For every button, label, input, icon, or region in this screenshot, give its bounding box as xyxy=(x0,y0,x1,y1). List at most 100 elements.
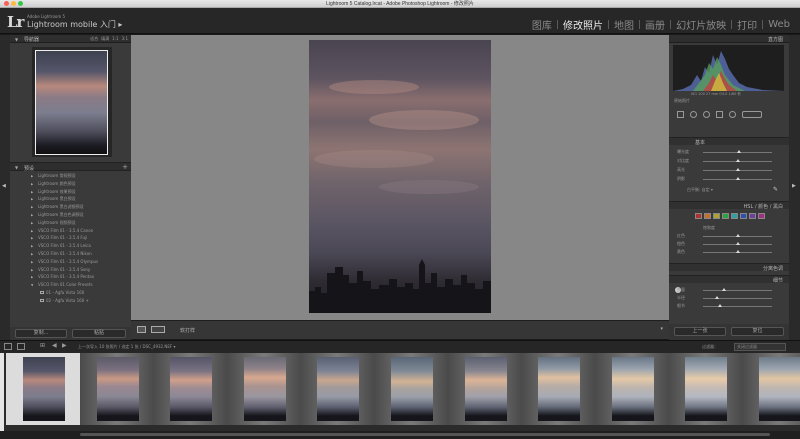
red-eye-tool-icon[interactable] xyxy=(703,110,710,118)
slider-row[interactable]: 黄色 xyxy=(673,249,784,255)
slider-row[interactable]: 高光 xyxy=(673,167,784,173)
main-window-icon[interactable] xyxy=(4,343,12,350)
filmstrip-thumb[interactable] xyxy=(374,353,448,425)
preset-item[interactable]: ▶ Lightroom 黑白预设 xyxy=(10,195,131,203)
magenta-swatch[interactable] xyxy=(758,213,765,219)
preset-item[interactable]: ▶ VSCO Film 01 - 3.5.4 Fuji xyxy=(10,234,131,242)
toolbar-menu-icon[interactable]: ▾ xyxy=(660,326,663,332)
disclosure-triangle-icon[interactable]: ▼ xyxy=(15,37,18,42)
filmstrip-thumb[interactable] xyxy=(300,353,375,425)
preset-item[interactable]: ▶ Lightroom 效果预设 xyxy=(10,188,131,196)
purple-swatch[interactable] xyxy=(749,213,756,219)
module-slideshow[interactable]: 幻灯片放映 xyxy=(672,17,730,32)
filmstrip-scroll-thumb[interactable] xyxy=(80,433,770,436)
slider-knob[interactable] xyxy=(721,288,726,291)
loupe-view[interactable] xyxy=(131,35,669,320)
disclosure-triangle-icon[interactable]: ▶ xyxy=(31,268,33,272)
histogram[interactable] xyxy=(673,45,784,91)
softproof-checkbox[interactable]: 软打样 xyxy=(180,327,195,334)
disclosure-triangle-icon[interactable]: ▶ xyxy=(31,221,33,225)
green-swatch[interactable] xyxy=(722,213,729,219)
collapse-left-arrow-icon[interactable]: ◀ xyxy=(2,183,6,189)
slider-knob[interactable] xyxy=(735,177,740,180)
zoom-1-1[interactable]: 1:1 xyxy=(112,36,118,42)
zoom-fill[interactable]: 填满 xyxy=(101,36,109,42)
disclosure-triangle-icon[interactable]: ▶ xyxy=(31,182,33,186)
main-photo[interactable] xyxy=(309,40,491,313)
disclosure-triangle-icon[interactable]: ▶ xyxy=(31,252,33,256)
red-swatch[interactable] xyxy=(695,213,702,219)
slider-knob[interactable] xyxy=(735,168,740,171)
disclosure-triangle-icon[interactable]: ▶ xyxy=(31,197,33,201)
module-print[interactable]: 打印 xyxy=(733,17,761,32)
hsl-tabs-label[interactable]: HSL / 颜色 / 黑白 xyxy=(744,203,783,210)
disclosure-triangle-icon[interactable]: ▶ xyxy=(31,244,33,248)
disclosure-triangle-icon[interactable]: ▶ xyxy=(31,213,33,217)
copy-settings-button[interactable]: 复制... xyxy=(15,329,67,338)
slider-knob[interactable] xyxy=(718,304,723,307)
filmstrip-thumb[interactable] xyxy=(79,353,154,425)
preset-item[interactable]: ▶ Lightroom 常规预设 xyxy=(10,172,131,180)
blue-swatch[interactable] xyxy=(740,213,747,219)
filmstrip-thumb[interactable] xyxy=(668,353,743,425)
preset-item[interactable]: ▶ Lightroom 颜色预设 xyxy=(10,180,131,188)
reset-button[interactable]: 复位 xyxy=(731,327,784,336)
module-library[interactable]: 图库 xyxy=(528,17,556,32)
navigator-preview[interactable] xyxy=(32,47,112,157)
slider-track[interactable] xyxy=(703,298,772,299)
aqua-swatch[interactable] xyxy=(731,213,738,219)
filmstrip-thumb[interactable] xyxy=(153,353,228,425)
previous-settings-button[interactable]: 上一张 xyxy=(674,327,726,336)
preset-item[interactable]: ▶ VSCO Film 01 - 3.5.4 Sony xyxy=(10,266,131,274)
split-toning-header[interactable]: 分离色调 xyxy=(669,263,789,272)
preset-item[interactable]: ▶ VSCO Film 01 - 3.5.4 Canon xyxy=(10,227,131,235)
navigator-header[interactable]: ▼ 导航器 适合 填满 1:1 3:1 xyxy=(10,35,131,43)
filmstrip-thumb[interactable] xyxy=(447,353,522,425)
filter-dropdown[interactable]: 关闭过滤器 xyxy=(734,343,786,351)
basic-header[interactable]: 基本 xyxy=(669,137,789,146)
slider-row[interactable]: 红色 xyxy=(673,233,784,239)
slider-track[interactable] xyxy=(703,290,772,291)
slider-row[interactable]: 半径 xyxy=(673,295,784,301)
slider-row[interactable]: 细节 xyxy=(673,303,784,309)
detail-header[interactable]: 细节 xyxy=(669,275,789,284)
slider-row[interactable]: 对比度 xyxy=(673,158,784,164)
disclosure-triangle-icon[interactable]: ▶ xyxy=(31,260,33,264)
preset-item[interactable]: ▶ Lightroom 黑白色调预设 xyxy=(10,211,131,219)
identity-plate-main[interactable]: Lightroom mobile 入门 ▸ xyxy=(27,19,122,30)
disclosure-triangle-icon[interactable]: ▶ xyxy=(31,275,33,279)
slider-row[interactable]: 阴影 xyxy=(673,176,784,182)
adjustment-brush-tool-icon[interactable] xyxy=(742,110,762,118)
orange-swatch[interactable] xyxy=(704,213,711,219)
preset-item[interactable]: ▶ VSCO Film 01 - 3.5.4 Olympus xyxy=(10,258,131,266)
filmstrip-thumb[interactable] xyxy=(594,353,669,425)
presets-header[interactable]: ▼ 预设 + xyxy=(10,162,131,172)
disclosure-triangle-icon[interactable]: ▼ xyxy=(15,165,18,170)
back-arrow-icon[interactable]: ◀ xyxy=(52,342,57,349)
slider-knob[interactable] xyxy=(735,159,740,162)
disclosure-triangle-icon[interactable]: ▼ xyxy=(31,283,33,287)
paste-settings-button[interactable]: 粘贴 xyxy=(72,329,126,338)
preset-item[interactable]: ▶ Lightroom 黑白滤镜预设 xyxy=(10,203,131,211)
slider-track[interactable] xyxy=(703,306,772,307)
before-after-view-icon[interactable] xyxy=(151,326,165,333)
slider-knob[interactable] xyxy=(735,234,740,237)
slider-knob[interactable] xyxy=(735,242,740,245)
module-book[interactable]: 画册 xyxy=(641,17,669,32)
zoom-fit[interactable]: 适合 xyxy=(90,36,98,42)
forward-arrow-icon[interactable]: ▶ xyxy=(62,342,67,349)
right-panel-toggle-strip[interactable]: ▶ xyxy=(789,35,800,340)
filmstrip-source-path[interactable]: 上一次导入 10 张照片 / 选定 1 张 / DSC_4932.NEF ▾ xyxy=(78,344,175,350)
slider-row[interactable]: 数量 xyxy=(673,287,784,293)
preset-item[interactable]: ▶ VSCO Film 01 - 3.5.4 Pentax xyxy=(10,273,131,281)
slider-knob[interactable] xyxy=(735,250,740,253)
collapse-right-arrow-icon[interactable]: ▶ xyxy=(792,183,796,189)
filmstrip-scrollbar[interactable] xyxy=(0,431,800,439)
preset-item[interactable]: ▶ Lightroom 视频预设 xyxy=(10,219,131,227)
slider-row[interactable]: 橙色 xyxy=(673,241,784,247)
module-web[interactable]: Web xyxy=(764,19,794,30)
slider-knob[interactable] xyxy=(736,150,741,153)
preset-item[interactable]: ▼ VSCO Film 01 Color Presets xyxy=(10,281,131,289)
white-balance-row[interactable]: 白平衡: 自定 ▾ ✎ xyxy=(673,186,784,193)
radial-filter-tool-icon[interactable] xyxy=(729,110,736,118)
